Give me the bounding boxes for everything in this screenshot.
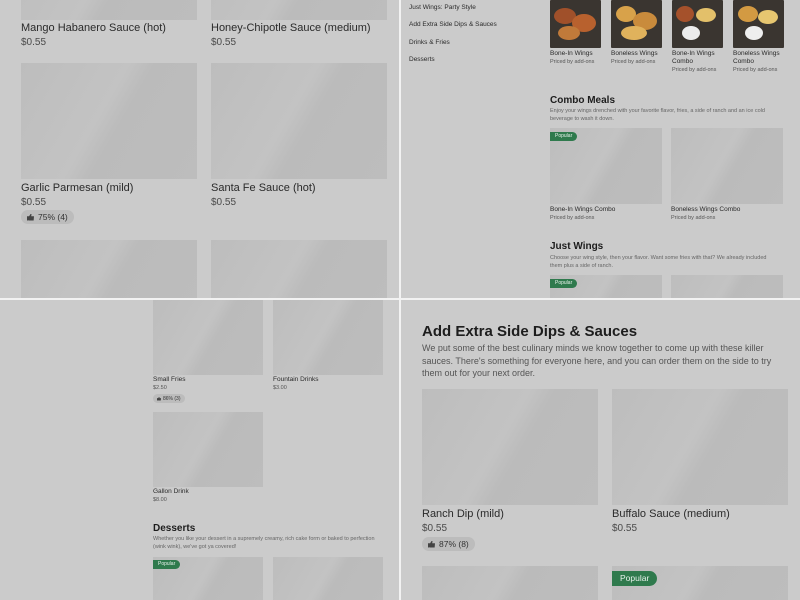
rating-text: 87% (8) xyxy=(439,539,469,549)
quadrant-top-left: Mango Habanero Sauce (hot) $0.55 Honey-C… xyxy=(0,0,399,298)
nav-item-side-dips[interactable]: Add Extra Side Dips & Sauces xyxy=(409,21,497,28)
featured-item-name[interactable]: Bone-In Wings xyxy=(550,50,593,57)
item-image[interactable] xyxy=(273,557,383,600)
item-price: $2.50 xyxy=(153,385,167,391)
item-image-fountain-drinks[interactable] xyxy=(273,300,383,375)
item-price: $0.55 xyxy=(211,197,237,208)
section-title-desserts: Desserts xyxy=(153,523,196,534)
featured-image-bone-in-wings[interactable] xyxy=(550,0,601,48)
quadrant-divider-vertical xyxy=(399,0,401,600)
item-image[interactable] xyxy=(422,566,598,600)
quadrant-divider-horizontal xyxy=(0,298,800,300)
featured-item-name[interactable]: Boneless Wings Combo xyxy=(733,50,785,66)
featured-item-name[interactable]: Bone-In Wings Combo xyxy=(672,50,718,66)
item-name[interactable]: Honey-Chipotle Sauce (medium) xyxy=(211,22,371,34)
item-image-buffalo-sauce[interactable] xyxy=(612,389,788,505)
quadrant-bottom-right: Add Extra Side Dips & Sauces We put some… xyxy=(401,300,800,600)
featured-item-sub: Priced by add-ons xyxy=(672,67,717,73)
item-sub: Priced by add-ons xyxy=(550,215,595,221)
popular-badge: Popular xyxy=(153,560,181,569)
popular-badge: Popular xyxy=(550,279,578,288)
item-name[interactable]: Santa Fe Sauce (hot) xyxy=(211,182,316,194)
quadrant-top-right: Just Wings: Party Style Add Extra Side D… xyxy=(401,0,800,298)
item-name[interactable]: Small Fries xyxy=(153,376,186,383)
item-name[interactable]: Garlic Parmesan (mild) xyxy=(21,182,133,194)
rating-badge: 86% (3) xyxy=(153,394,185,403)
thumbs-up-icon xyxy=(27,213,34,221)
item-image-small-fries[interactable] xyxy=(153,300,263,375)
section-title-side-dips: Add Extra Side Dips & Sauces xyxy=(422,323,638,340)
nav-item-desserts[interactable]: Desserts xyxy=(409,56,435,63)
quadrant-bottom-left: Small Fries $2.50 86% (3) Fountain Drink… xyxy=(0,300,399,600)
item-price: $0.55 xyxy=(211,37,237,48)
item-price: $8.00 xyxy=(153,497,167,503)
item-name[interactable]: Boneless Wings Combo xyxy=(671,206,740,213)
featured-item-sub: Priced by add-ons xyxy=(611,59,656,65)
item-image-santa-fe[interactable] xyxy=(211,63,387,179)
item-name[interactable]: Buffalo Sauce (medium) xyxy=(612,508,730,520)
featured-image-boneless-wings[interactable] xyxy=(611,0,662,48)
popular-badge: Popular xyxy=(550,132,578,141)
item-price: $0.55 xyxy=(422,523,448,534)
nav-item-drinks-fries[interactable]: Drinks & Fries xyxy=(409,39,450,46)
item-image[interactable] xyxy=(21,240,197,298)
nav-item-just-wings-party[interactable]: Just Wings: Party Style xyxy=(409,4,476,11)
item-image-garlic-parmesan[interactable] xyxy=(21,63,197,179)
item-name[interactable]: Ranch Dip (mild) xyxy=(422,508,504,520)
item-price: $0.55 xyxy=(612,523,638,534)
item-price: $0.55 xyxy=(21,197,47,208)
item-sub: Priced by add-ons xyxy=(671,215,716,221)
item-price: $0.55 xyxy=(21,37,47,48)
thumbs-up-icon xyxy=(157,396,161,401)
item-name[interactable]: Bone-In Wings Combo xyxy=(550,206,615,213)
featured-item-sub: Priced by add-ons xyxy=(550,59,595,65)
item-name[interactable]: Fountain Drinks xyxy=(273,376,319,383)
rating-text: 75% (4) xyxy=(38,212,68,222)
section-desc-combo-meals: Enjoy your wings drenched with your favo… xyxy=(550,108,765,122)
item-name[interactable]: Mango Habanero Sauce (hot) xyxy=(21,22,166,34)
rating-text: 86% (3) xyxy=(163,395,181,402)
rating-badge: 75% (4) xyxy=(21,210,74,224)
item-image-boneless-combo[interactable] xyxy=(671,128,783,204)
item-image-honey-chipotle[interactable] xyxy=(211,0,387,20)
featured-item-name[interactable]: Boneless Wings xyxy=(611,50,658,57)
section-desc-desserts: Whether you like your dessert in a supre… xyxy=(153,536,375,550)
item-name[interactable]: Gallon Drink xyxy=(153,488,189,495)
item-price: $3.00 xyxy=(273,385,287,391)
featured-image-bone-in-combo[interactable] xyxy=(672,0,723,48)
item-image[interactable] xyxy=(211,240,387,298)
featured-image-boneless-combo[interactable] xyxy=(733,0,784,48)
item-image-ranch-dip[interactable] xyxy=(422,389,598,505)
featured-item-sub: Priced by add-ons xyxy=(733,67,778,73)
section-title-combo-meals: Combo Meals xyxy=(550,95,616,106)
screenshot-grid: Mango Habanero Sauce (hot) $0.55 Honey-C… xyxy=(0,0,800,600)
item-image-mango-habanero[interactable] xyxy=(21,0,197,20)
thumbs-up-icon xyxy=(428,540,435,548)
popular-badge: Popular xyxy=(612,571,658,586)
section-title-just-wings: Just Wings xyxy=(550,241,604,252)
section-desc-side-dips: We put some of the best culinary minds w… xyxy=(422,343,772,378)
item-image[interactable] xyxy=(671,275,783,298)
section-desc-just-wings: Choose your wing style, then your flavor… xyxy=(550,255,767,269)
item-image-gallon-drink[interactable] xyxy=(153,412,263,487)
rating-badge: 87% (8) xyxy=(422,537,475,551)
